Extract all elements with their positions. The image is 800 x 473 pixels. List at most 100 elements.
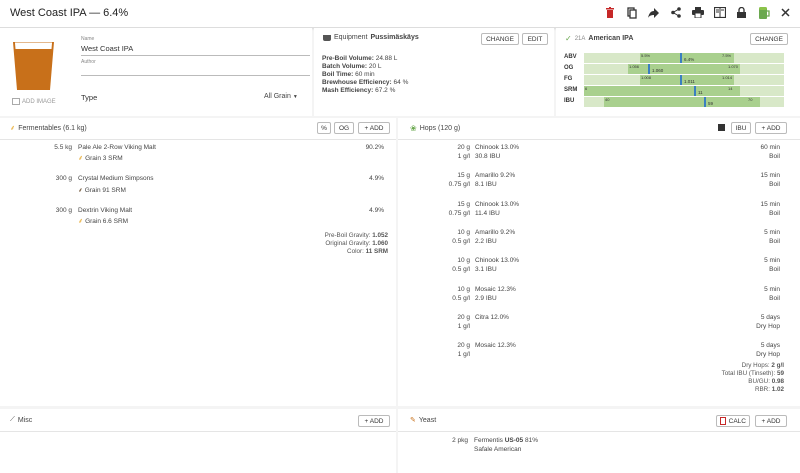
- style-row-srm: 6 14 11 SRM: [562, 86, 786, 96]
- hop-use: Boil: [769, 237, 780, 245]
- fermentable-sub: ⸙ Grain 6.6 SRM: [78, 218, 129, 225]
- hops-add-button[interactable]: + ADD: [755, 122, 787, 134]
- fermentable-amount: 5.5 kg: [54, 144, 72, 151]
- fermentables-og-button[interactable]: OG: [334, 122, 354, 134]
- stat-batch-volume: Batch Volume: 20 L: [322, 63, 382, 70]
- yeast-add-button[interactable]: + ADD: [755, 415, 787, 427]
- hop-row[interactable]: 15 g 0.75 g/l Chinook 13.0% 11.4 IBU 15 min B…: [398, 201, 800, 225]
- hop-use: Boil: [769, 266, 780, 274]
- share-icon[interactable]: [669, 6, 682, 19]
- share-arrow-icon[interactable]: [647, 6, 660, 19]
- close-icon[interactable]: [779, 6, 792, 19]
- misc-panel: ⟋ Misc + ADD: [0, 409, 396, 473]
- name-field[interactable]: West Coast IPA: [81, 44, 310, 56]
- hop-ibu: 8.1 IBU: [475, 181, 497, 189]
- delete-icon[interactable]: [603, 6, 616, 19]
- author-field[interactable]: [81, 66, 310, 76]
- style-range-bar: 6 14 11: [584, 86, 784, 96]
- hop-ibu: 30.8 IBU: [475, 153, 501, 160]
- toolbar: [603, 6, 792, 19]
- recipe-info-panel: ADD IMAGE Name West Coast IPA Author Typ…: [0, 28, 312, 116]
- misc-header: ⟋ Misc: [10, 416, 33, 424]
- divider: [398, 139, 800, 140]
- fermentables-percent-button[interactable]: %: [317, 122, 331, 134]
- style-range-min: 40: [605, 97, 610, 102]
- equipment-edit-button[interactable]: EDIT: [522, 33, 548, 45]
- divider: [398, 431, 800, 432]
- hop-amount: 10 g: [457, 285, 470, 293]
- beer-icon[interactable]: [757, 6, 770, 19]
- notes-icon[interactable]: [718, 124, 725, 131]
- hops-panel: ❀ Hops (120 g) IBU + ADD 20 g1 g/l Chinoo…: [398, 118, 800, 406]
- hops-ibu-button[interactable]: IBU: [731, 122, 751, 134]
- yeast-row[interactable]: 2 pkg Fermentis US-05 81% Safale America…: [398, 437, 800, 461]
- style-value-label: 59: [708, 101, 714, 106]
- recipe-title: West Coast IPA — 6.4%: [10, 7, 129, 19]
- hop-ibu: 3.1 IBU: [475, 266, 497, 274]
- author-label: Author: [81, 59, 96, 65]
- hop-row[interactable]: 10 g 0.5 g/l Mosaic 12.3% 2.9 IBU 5 min Boil: [398, 286, 800, 310]
- style-range-min: 1.008: [641, 75, 652, 80]
- fermentable-percent: 4.9%: [369, 207, 384, 214]
- hop-time: 5 days: [760, 342, 780, 350]
- recipe-image[interactable]: [11, 40, 56, 92]
- style-row-name: FG: [564, 76, 573, 82]
- hop-use: Boil: [769, 294, 780, 302]
- yeast-sub: Safale American: [474, 446, 522, 453]
- style-value-marker: [704, 97, 706, 107]
- hop-row[interactable]: 15 g 0.75 g/l Amarillo 9.2% 8.1 IBU 15 min Bo…: [398, 172, 800, 196]
- app-header: West Coast IPA — 6.4%: [0, 0, 800, 28]
- style-change-button[interactable]: CHANGE: [750, 33, 788, 45]
- fermentables-summary: Pre-Boil Gravity: 1.052 Original Gravity…: [324, 232, 388, 255]
- hop-name: Chinook 13.0%: [475, 144, 520, 151]
- chevron-down-icon: ▼: [292, 93, 298, 100]
- hop-row[interactable]: 20 g1 g/l Citra 12.0% 5 days Dry Hop: [398, 314, 800, 338]
- print-icon[interactable]: [691, 6, 704, 19]
- copy-icon[interactable]: [625, 6, 638, 19]
- hop-amount: 20 g: [457, 144, 470, 151]
- hop-per-liter: 0.75 g/l: [448, 181, 470, 189]
- fermentable-row[interactable]: 300 g Dextrin Viking Malt ⸙ Grain 6.6 SR…: [0, 207, 396, 233]
- hop-per-liter: 0.5 g/l: [452, 237, 470, 245]
- style-row-name: SRM: [564, 87, 578, 93]
- hop-amount: 10 g: [457, 257, 470, 265]
- type-select[interactable]: All Grain ▼: [264, 93, 298, 100]
- book-icon[interactable]: [713, 6, 726, 19]
- stat-preboil-volume: Pre-Boil Volume: 24.88 L: [322, 55, 398, 62]
- add-image-button[interactable]: ADD IMAGE: [12, 98, 56, 105]
- yeast-calc-button[interactable]: CALC: [716, 415, 750, 427]
- style-range-max: 14: [728, 86, 733, 91]
- style-range-fill: [628, 64, 740, 74]
- equipment-change-button[interactable]: CHANGE: [481, 33, 519, 45]
- hop-row[interactable]: 20 g 1 g/l Chinook 13.0% 30.8 IBU 60 min Boil: [398, 144, 800, 168]
- type-label: Type: [81, 93, 98, 102]
- yeast-header: ✎ Yeast: [410, 416, 437, 425]
- hop-time: 5 min: [764, 285, 780, 293]
- yeast-amount: 2 pkg: [452, 437, 468, 444]
- misc-add-button[interactable]: + ADD: [358, 415, 390, 427]
- lock-icon[interactable]: [735, 6, 748, 19]
- fermentables-add-button[interactable]: + ADD: [358, 122, 390, 134]
- equipment-header: Equipment Pussimäskäys: [323, 34, 419, 41]
- hop-name: Amarillo 9.2%: [475, 172, 516, 180]
- hop-per-liter: 0.5 g/l: [452, 294, 470, 302]
- divider: [0, 431, 396, 432]
- hop-row[interactable]: 10 g 0.5 g/l Amarillo 9.2% 2.2 IBU 5 min Boil: [398, 229, 800, 253]
- fermentable-row[interactable]: 300 g Crystal Medium Simpsons ⸙ Grain 91…: [0, 175, 396, 201]
- fermentable-amount: 300 g: [55, 175, 72, 182]
- yeast-name: Fermentis US-05 81%: [474, 437, 538, 444]
- style-row-fg: 1.008 1.014 1.011 FG: [562, 75, 786, 85]
- style-range-bar: 5.5% 7.5% 6.4%: [584, 53, 784, 63]
- fermentable-name: Pale Ale 2-Row Viking Malt: [78, 144, 156, 151]
- hop-ibu: 11.4 IBU: [475, 209, 500, 217]
- hop-ibu: 2.2 IBU: [475, 237, 497, 245]
- hop-name: Mosaic 12.3%: [475, 342, 516, 350]
- hop-per-liter: 1 g/l: [457, 153, 470, 160]
- hop-row[interactable]: 10 g 0.5 g/l Chinook 13.0% 3.1 IBU 5 min Boil: [398, 257, 800, 281]
- fermentable-percent: 90.2%: [365, 144, 384, 151]
- fermentable-row[interactable]: 5.5 kg Pale Ale 2-Row Viking Malt ⸙ Grai…: [0, 144, 396, 170]
- calculator-icon: [720, 417, 726, 425]
- style-row-og: 1.056 1.070 1.060 OG: [562, 64, 786, 74]
- hop-per-liter: 1 g/l: [457, 351, 470, 359]
- style-range-bar: 1.008 1.014 1.011: [584, 75, 784, 85]
